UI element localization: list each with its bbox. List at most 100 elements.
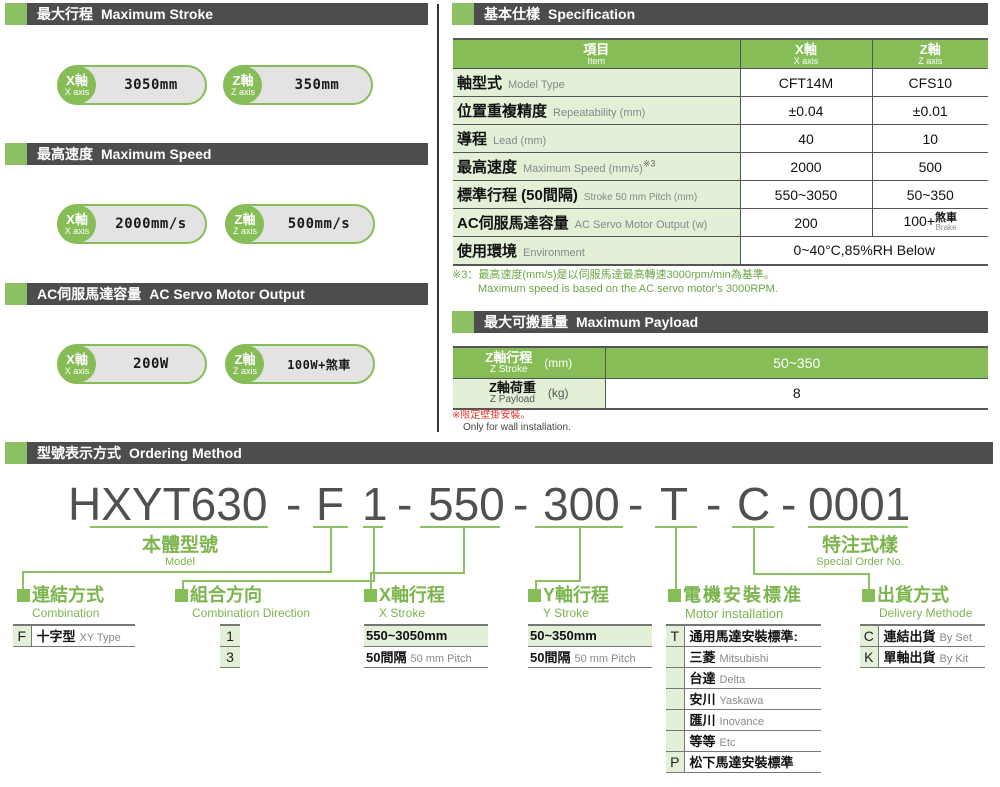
label-zh: Z軸荷重 [488,380,536,396]
speed-x-pill: X軸 X axis 2000mm/s [57,204,207,244]
label-en: Lead (mm) [493,135,547,147]
note-zh: ※限定壁掛安裝。 [452,410,531,421]
header-accent [452,3,474,25]
axis-en: Z axis [230,86,255,97]
table-row: Z軸荷重 Z Payload (kg) 8 [453,378,988,410]
option-text: 安川 Yaskawa [684,688,821,710]
header-accent [452,311,474,333]
row-label: Z軸荷重 Z Payload (kg) [453,378,606,410]
category-title-en: Combination [32,606,100,620]
option-row: 三菱 Mitsubishi [666,646,821,668]
speed-z-pill: Z軸 Z axis 500mm/s [225,204,375,244]
table-row: 使用環境 Environment 0~40°C,85%RH Below [453,236,988,266]
option-row: 3 [220,646,240,668]
option-row: 50間隔 50 mm Pitch [528,646,652,668]
category-title-zh: Y軸行程 [543,585,610,605]
axis-en: X axis [64,365,90,376]
row-label: 位置重複精度 Repeatability (mm) [453,96,741,125]
motor-z-value: 100W+煞車 [287,357,351,372]
option-text: 50~350mm [528,624,652,647]
code-direction: 1 [362,478,388,530]
table-row: 導程 Lead (mm) 40 10 [453,124,988,153]
z-axis-badge: Z軸 Z axis [226,345,264,383]
option-zh: 十字型 [36,629,76,645]
category-title-zh: 組合方向 [190,585,262,605]
section-header-ordering-method: 型號表示方式 Ordering Method [5,442,993,464]
option-en: Yaskawa [719,695,764,707]
spec-header-row: 項目 Item X軸 X axis Z軸 Z axis [453,39,988,69]
unit: (mm) [544,355,573,370]
category-combination: 連結方式 Combination [17,586,104,619]
category-title-zh: 電機安裝標准 [683,585,803,605]
option-row: T 通用馬達安裝標準: [666,624,821,647]
label-zh: Z軸行程 [485,349,533,365]
option-text: 松下馬達安裝標準 [684,751,821,773]
option-row: F 十字型 XY Type [13,624,135,647]
category-motor: 電機安裝標准 Motor installation [668,586,803,620]
option-zh: 匯川 [689,713,716,728]
header-accent [5,283,27,305]
header-accent [5,143,27,165]
square-bullet-icon [17,588,30,602]
cell-z: 10 [872,124,988,153]
underline-x-stroke [420,526,500,528]
header-en: Z axis [918,56,943,66]
option-zh: 50~350mm [530,628,597,644]
column-divider [437,4,439,432]
option-zh: 連結出貨 [883,629,936,645]
motor-options: T 通用馬達安裝標準: 三菱 Mitsubishi 台達 Delta 安川 Yaskaw… [666,624,821,773]
y-stroke-options: 50~350mm 50間隔 50 mm Pitch [528,624,652,668]
x-axis-badge: X軸 X axis [58,345,96,383]
option-zh: 通用馬達安裝標準: [689,629,798,645]
option-code [666,730,685,752]
section-title-en: Maximum Speed [101,146,212,162]
option-zh: 單軸出貨 [883,650,936,665]
option-code [666,646,685,668]
code-separator: - [628,478,644,530]
label-en: Environment [523,246,585,259]
cell-z: 100+ 煞車 Brake [872,208,988,237]
axis-zh: X軸 [66,351,88,367]
label-en: Maximum Speed (mm/s) [523,163,643,175]
speed-x-value: 2000mm/s [115,216,187,232]
code-separator: - [513,478,529,530]
cell-x: 2000 [740,152,873,181]
option-row: K 單軸出貨 By Kit [860,646,985,668]
axis-zh: Z軸 [232,72,254,88]
option-zh: 安川 [689,692,716,707]
stroke-x-pill: X軸 X axis 3050mm [57,65,207,105]
option-row: 安川 Yaskawa [666,688,821,710]
section-title-en: AC Servo Motor Output [149,286,305,302]
label-zh: 最高速度 [457,159,518,176]
option-zh: 台達 [689,671,716,686]
option-zh: 三菱 [689,650,716,665]
header-z-axis: Z軸 Z axis [872,39,988,69]
category-title-en: Delivery Methode [879,606,973,620]
section-title-en: Specification [548,6,636,22]
payload-value: 50~350 [605,346,988,379]
category-title-zh: X軸行程 [379,585,446,605]
table-row: 最高速度 Maximum Speed (mm/s)※3 2000 500 [453,152,988,181]
square-bullet-icon [862,588,875,602]
category-delivery: 出貨方式 Delivery Methode [862,586,972,619]
option-code: P [666,751,685,773]
label-en: Z Stroke [489,363,528,375]
cell-x: 40 [740,124,873,153]
connector-x-stroke [463,527,465,574]
axis-zh: Z軸 [234,211,256,227]
label-zh: AC伺服馬達容量 [457,215,569,232]
option-zh: 550~3050mm [366,628,448,644]
category-title-zh: 連結方式 [32,585,104,605]
row-label: Z軸行程 Z Stroke (mm) [453,346,606,379]
axis-en: X axis [64,225,90,236]
option-text: 台達 Delta [684,667,821,689]
connector-y-stroke [535,580,581,582]
motor-x-value: 200W [133,356,169,372]
option-row: 50~350mm [528,624,652,647]
cell-x: ±0.04 [740,96,873,125]
code-separator: - [706,478,722,530]
payload-table: Z軸行程 Z Stroke (mm) 50~350 Z軸荷重 Z Payload (kg… [453,346,988,410]
square-bullet-icon [528,588,541,602]
section-title-zh: 最大行程 [37,6,93,22]
motor-x-pill: X軸 X axis 200W [57,344,207,384]
